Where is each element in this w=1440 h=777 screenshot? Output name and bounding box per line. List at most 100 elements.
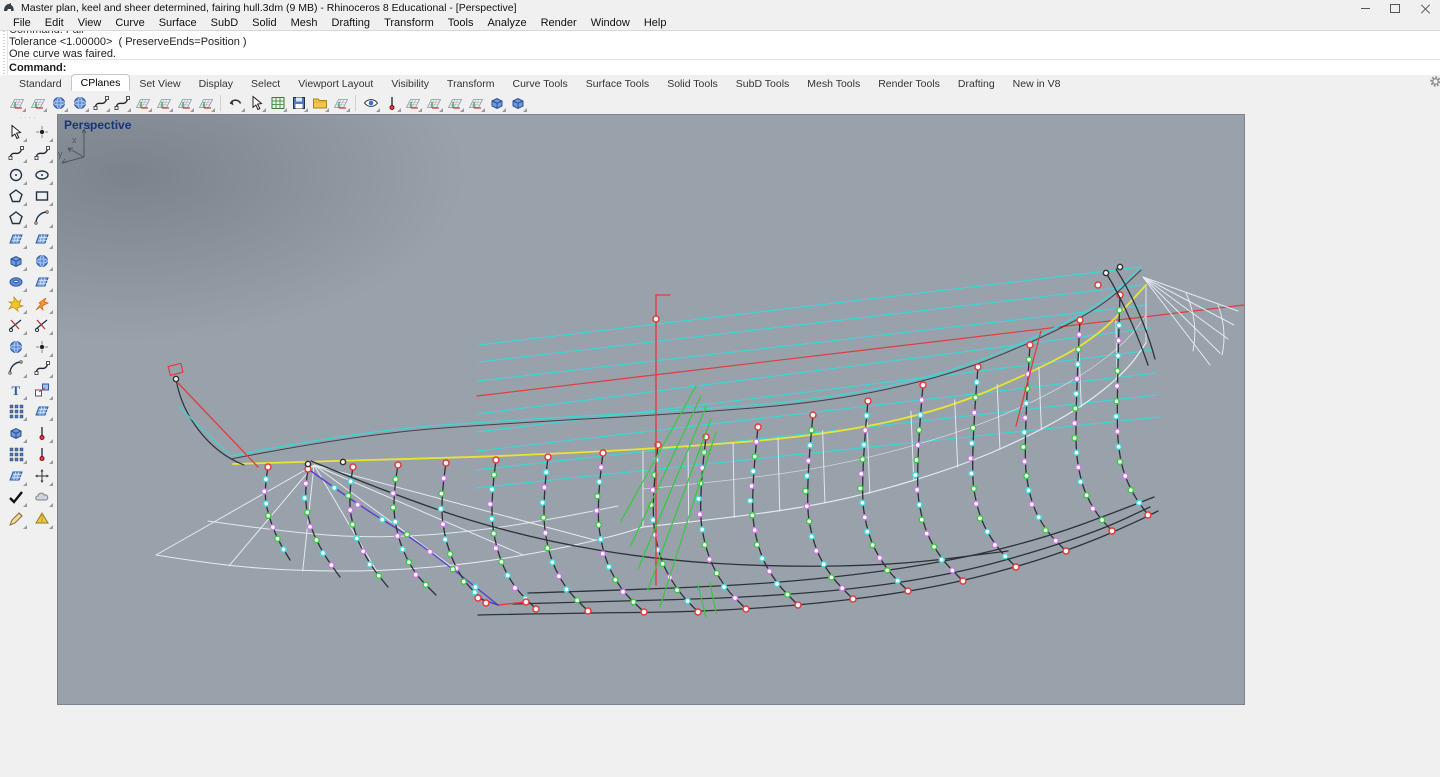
- toolbar-tab-mesh-tools[interactable]: Mesh Tools: [798, 76, 869, 91]
- tool-flash-icon[interactable]: [29, 293, 55, 315]
- tool-cplane-icon[interactable]: [403, 93, 422, 112]
- tool-cplane-icon[interactable]: [28, 93, 47, 112]
- toolbar-tab-select[interactable]: Select: [242, 76, 289, 91]
- tool-srf-icon[interactable]: [3, 229, 29, 251]
- menu-item-drafting[interactable]: Drafting: [325, 17, 378, 29]
- tool-point-icon[interactable]: [29, 121, 55, 143]
- tool-sphere-icon[interactable]: [29, 250, 55, 272]
- tool-pyramid-icon[interactable]: [29, 508, 55, 530]
- tool-cplane-icon[interactable]: [196, 93, 215, 112]
- tool-bolt-icon[interactable]: [3, 293, 29, 315]
- tool-link-icon[interactable]: [29, 379, 55, 401]
- tool-cplane-icon[interactable]: [424, 93, 443, 112]
- tool-rect-icon[interactable]: [29, 186, 55, 208]
- toolbar-tab-solid-tools[interactable]: Solid Tools: [658, 76, 727, 91]
- tool-pin-icon[interactable]: [29, 444, 55, 466]
- tool-sphere-icon[interactable]: [70, 93, 89, 112]
- restore-button[interactable]: [1380, 0, 1410, 16]
- tool-box-icon[interactable]: [3, 250, 29, 272]
- tool-folder-icon[interactable]: [310, 93, 329, 112]
- tool-sphere-icon[interactable]: [49, 93, 68, 112]
- tool-arc-icon[interactable]: [29, 207, 55, 229]
- close-button[interactable]: [1410, 0, 1440, 16]
- tool-srf-icon[interactable]: [29, 229, 55, 251]
- tool-arc-icon[interactable]: [3, 358, 29, 380]
- tool-cplane-icon[interactable]: [331, 93, 350, 112]
- tool-cplane-icon[interactable]: [445, 93, 464, 112]
- tool-table-icon[interactable]: [268, 93, 287, 112]
- menu-item-file[interactable]: File: [6, 17, 38, 29]
- tool-point-icon[interactable]: [29, 336, 55, 358]
- tool-undo-icon[interactable]: [226, 93, 245, 112]
- tool-ellipse-icon[interactable]: [29, 164, 55, 186]
- tool-text-icon[interactable]: T: [3, 379, 29, 401]
- toolbar-tab-transform[interactable]: Transform: [438, 76, 503, 91]
- command-area-grip[interactable]: [0, 31, 8, 76]
- tool-cplane-icon[interactable]: [466, 93, 485, 112]
- menu-item-analyze[interactable]: Analyze: [480, 17, 533, 29]
- tool-disk-icon[interactable]: [289, 93, 308, 112]
- tool-curve-icon[interactable]: [112, 93, 131, 112]
- menu-item-edit[interactable]: Edit: [38, 17, 71, 29]
- toolbar-tab-standard[interactable]: Standard: [10, 76, 71, 91]
- menu-item-render[interactable]: Render: [534, 17, 584, 29]
- menu-item-tools[interactable]: Tools: [441, 17, 481, 29]
- tool-box-icon[interactable]: [487, 93, 506, 112]
- tool-cplane-icon[interactable]: [7, 93, 26, 112]
- tool-cursor-icon[interactable]: [3, 121, 29, 143]
- tool-penc-icon[interactable]: [3, 508, 29, 530]
- tool-polygon-icon[interactable]: [3, 186, 29, 208]
- menu-item-curve[interactable]: Curve: [108, 17, 151, 29]
- toolbar-tab-surface-tools[interactable]: Surface Tools: [577, 76, 658, 91]
- tool-cplane-icon[interactable]: [175, 93, 194, 112]
- tool-dots9-icon[interactable]: [3, 401, 29, 423]
- command-prompt-input[interactable]: Command:: [9, 59, 1440, 76]
- tool-check-icon[interactable]: [3, 487, 29, 509]
- menu-item-window[interactable]: Window: [584, 17, 637, 29]
- toolbar-tab-drafting[interactable]: Drafting: [949, 76, 1004, 91]
- menu-item-solid[interactable]: Solid: [245, 17, 283, 29]
- tool-srf-icon[interactable]: [29, 272, 55, 294]
- toolbar-tab-visibility[interactable]: Visibility: [382, 76, 438, 91]
- toolbar-tab-new-in-v8[interactable]: New in V8: [1004, 76, 1070, 91]
- menu-item-view[interactable]: View: [71, 17, 109, 29]
- left-toolbar-grip[interactable]: ····: [0, 114, 57, 121]
- tool-srf-icon[interactable]: [3, 465, 29, 487]
- viewport-title-menu[interactable]: Perspective: [64, 118, 142, 132]
- tool-curve-icon[interactable]: [29, 358, 55, 380]
- menu-item-mesh[interactable]: Mesh: [284, 17, 325, 29]
- tool-cplane-icon[interactable]: [133, 93, 152, 112]
- tool-srf-icon[interactable]: [29, 401, 55, 423]
- toolbar-tab-subd-tools[interactable]: SubD Tools: [727, 76, 799, 91]
- tool-box-icon[interactable]: [508, 93, 527, 112]
- viewport-perspective[interactable]: Perspective z x y: [57, 114, 1245, 705]
- tool-eye-icon[interactable]: [361, 93, 380, 112]
- toolbar-tab-set-view[interactable]: Set View: [130, 76, 189, 91]
- tool-polygon-icon[interactable]: [3, 207, 29, 229]
- tool-torus-icon[interactable]: [3, 272, 29, 294]
- tool-cursor-icon[interactable]: [247, 93, 266, 112]
- minimize-button[interactable]: [1350, 0, 1380, 16]
- tool-dots9-icon[interactable]: [3, 444, 29, 466]
- tool-cplane-icon[interactable]: [154, 93, 173, 112]
- tool-cloud-icon[interactable]: [29, 487, 55, 509]
- tool-sphere-icon[interactable]: [3, 336, 29, 358]
- toolbar-tab-cplanes[interactable]: CPlanes: [71, 74, 131, 91]
- tool-pin-icon[interactable]: [382, 93, 401, 112]
- menu-item-transform[interactable]: Transform: [377, 17, 441, 29]
- tool-trim-icon[interactable]: [29, 315, 55, 337]
- menu-item-subd[interactable]: SubD: [204, 17, 246, 29]
- tool-pin-icon[interactable]: [29, 422, 55, 444]
- toolbar-tab-curve-tools[interactable]: Curve Tools: [504, 76, 577, 91]
- tool-curve-icon[interactable]: [3, 143, 29, 165]
- tool-move-icon[interactable]: [29, 465, 55, 487]
- toolbar-tab-render-tools[interactable]: Render Tools: [869, 76, 949, 91]
- toolbar-tab-display[interactable]: Display: [190, 76, 242, 91]
- toolbar-tab-viewport-layout[interactable]: Viewport Layout: [289, 76, 382, 91]
- command-history[interactable]: Command: Fair Tolerance <1.00000> ( Pres…: [9, 31, 1440, 58]
- menu-item-help[interactable]: Help: [637, 17, 674, 29]
- tool-circle-icon[interactable]: [3, 164, 29, 186]
- tool-box-icon[interactable]: [3, 422, 29, 444]
- toolbar-gear-icon[interactable]: [1429, 75, 1440, 91]
- tool-trim-icon[interactable]: [3, 315, 29, 337]
